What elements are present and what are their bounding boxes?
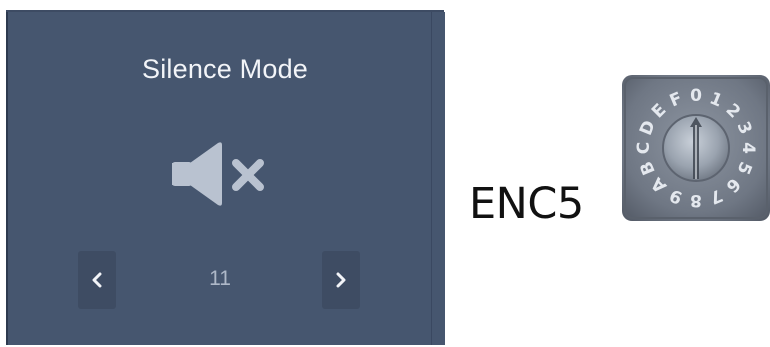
dial-digit: 0 — [690, 86, 702, 106]
dial-digit: 4 — [738, 142, 758, 154]
previous-button[interactable] — [78, 251, 116, 309]
next-button[interactable] — [322, 251, 360, 309]
rotary-hex-switch-image: 0123456789ABCDEF — [622, 75, 770, 221]
encoder-label: ENC5 — [469, 179, 584, 229]
chevron-left-icon — [91, 272, 103, 288]
volume-mute-icon — [172, 141, 272, 207]
panel-title: Silence Mode — [142, 54, 308, 84]
dial-digit: 8 — [690, 190, 702, 210]
chevron-right-icon — [335, 272, 347, 288]
silence-mode-panel: Silence Mode 11 — [0, 0, 445, 347]
dial-digit: C — [634, 142, 654, 154]
mode-value: 11 — [209, 267, 231, 290]
